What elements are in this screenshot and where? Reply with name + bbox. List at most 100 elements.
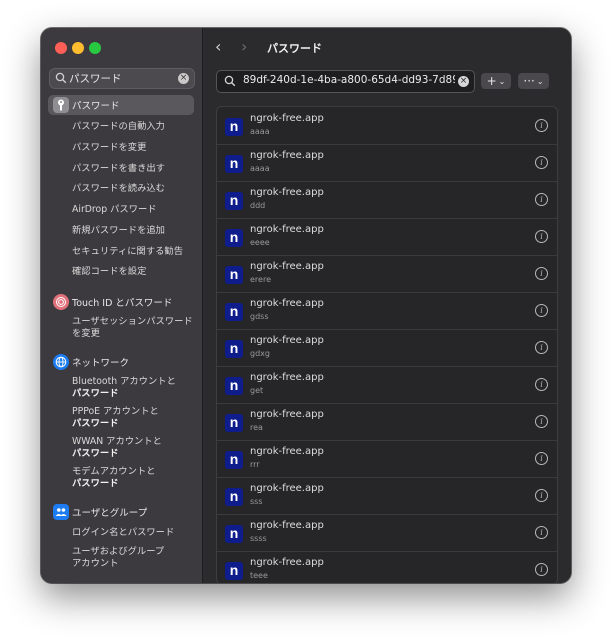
sidebar-subitem-add-new[interactable]: 新規パスワードを追加	[72, 225, 165, 237]
info-icon[interactable]: i	[535, 452, 548, 465]
ngrok-favicon-icon: n	[225, 118, 243, 136]
sidebar-subitem-user-group-accounts[interactable]: ユーザおよびグループ アカウント	[72, 546, 164, 570]
ngrok-favicon-icon: n	[225, 488, 243, 506]
back-chevron-icon[interactable]: ‹	[215, 39, 229, 55]
info-icon[interactable]: i	[535, 378, 548, 391]
sidebar-subitem-airdrop[interactable]: AirDrop パスワード	[72, 204, 157, 216]
ngrok-favicon-icon: n	[225, 562, 243, 580]
password-username: get	[250, 386, 264, 395]
password-username: ddd	[250, 201, 266, 210]
password-row[interactable]: n ngrok-free.app ssss i	[217, 514, 557, 552]
add-password-button[interactable]: + ⌄	[481, 73, 511, 89]
sidebar-subitem-pppoe[interactable]: PPPoE アカウントと パスワード	[72, 406, 159, 430]
settings-window: パスワード × パスワード パスワードの自動入力 パスワードを変更 パスワードを…	[41, 28, 571, 583]
chevron-down-icon: ⌄	[536, 77, 544, 86]
sidebar-subitem-change[interactable]: パスワードを変更	[72, 142, 146, 154]
close-window-button[interactable]	[55, 42, 67, 54]
sidebar-item-label: ユーザとグループ	[72, 508, 148, 519]
main-pane: ‹ › パスワード 89df-240d-1e-4ba-a800-65d4-dd9…	[203, 28, 571, 583]
info-icon[interactable]: i	[535, 230, 548, 243]
password-row[interactable]: n ngrok-free.app sss i	[217, 477, 557, 515]
ngrok-favicon-icon: n	[225, 377, 243, 395]
password-row[interactable]: n ngrok-free.app teee i	[217, 551, 557, 583]
password-row[interactable]: n ngrok-free.app ddd i	[217, 181, 557, 219]
ngrok-favicon-icon: n	[225, 340, 243, 358]
password-row[interactable]: n ngrok-free.app eeee i	[217, 218, 557, 256]
info-icon[interactable]: i	[535, 156, 548, 169]
info-icon[interactable]: i	[535, 304, 548, 317]
info-icon[interactable]: i	[535, 119, 548, 132]
subitem-line: パスワード	[72, 478, 119, 489]
sidebar-item-users-groups[interactable]: ユーザとグループ	[48, 502, 194, 522]
clear-search-icon[interactable]: ×	[178, 73, 189, 84]
sidebar-item-label: パスワード	[72, 101, 120, 112]
clear-search-icon[interactable]: ×	[458, 76, 469, 87]
password-row[interactable]: n ngrok-free.app rrr i	[217, 440, 557, 478]
password-site: ngrok-free.app	[250, 409, 324, 420]
sidebar-item-passwords[interactable]: パスワード	[48, 95, 194, 115]
subitem-line: モデムアカウントと	[72, 466, 156, 477]
password-site: ngrok-free.app	[250, 446, 324, 457]
password-site: ngrok-free.app	[250, 261, 324, 272]
password-site: ngrok-free.app	[250, 335, 324, 346]
ngrok-favicon-icon: n	[225, 414, 243, 432]
password-site: ngrok-free.app	[250, 224, 324, 235]
sidebar-search-field[interactable]: パスワード ×	[49, 68, 195, 89]
password-username: aaaa	[250, 127, 270, 136]
password-site: ngrok-free.app	[250, 372, 324, 383]
password-row[interactable]: n ngrok-free.app get i	[217, 366, 557, 404]
sidebar-item-label: Touch ID とパスワード	[72, 298, 173, 309]
globe-icon	[53, 354, 69, 370]
subitem-line: を変更	[72, 328, 100, 339]
fingerprint-icon	[53, 294, 69, 310]
info-icon[interactable]: i	[535, 267, 548, 280]
add-button-label: +	[486, 74, 497, 88]
subitem-line: ユーザおよびグループ	[72, 546, 165, 557]
subitem-line: PPPoE アカウントと	[72, 406, 159, 417]
ngrok-favicon-icon: n	[225, 155, 243, 173]
info-icon[interactable]: i	[535, 489, 548, 502]
password-username: erere	[250, 275, 271, 284]
sidebar-subitem-import[interactable]: パスワードを読み込む	[72, 183, 165, 195]
password-search-field[interactable]: 89df-240d-1e-4ba-a800-65d4-dd93-7d89-7e …	[216, 70, 475, 93]
forward-chevron-icon[interactable]: ›	[241, 39, 255, 55]
info-icon[interactable]: i	[535, 526, 548, 539]
password-row[interactable]: n ngrok-free.app aaaa i	[217, 144, 557, 182]
sidebar-subitem-modem[interactable]: モデムアカウントと パスワード	[72, 466, 156, 490]
zoom-window-button[interactable]	[89, 42, 101, 54]
ngrok-favicon-icon: n	[225, 451, 243, 469]
sidebar-subitem-security[interactable]: セキュリティに関する勧告	[72, 246, 183, 258]
password-search-value: 89df-240d-1e-4ba-a800-65d4-dd93-7d89-7e	[243, 74, 455, 86]
subitem-line: アカウント	[72, 558, 119, 569]
password-row[interactable]: n ngrok-free.app rea i	[217, 403, 557, 441]
info-icon[interactable]: i	[535, 415, 548, 428]
search-icon	[224, 75, 236, 87]
password-username: rrr	[250, 460, 260, 469]
info-icon[interactable]: i	[535, 341, 548, 354]
ngrok-favicon-icon: n	[225, 266, 243, 284]
password-row[interactable]: n ngrok-free.app erere i	[217, 255, 557, 293]
info-icon[interactable]: i	[535, 193, 548, 206]
password-username: sss	[250, 497, 263, 506]
password-row[interactable]: n ngrok-free.app aaaa i	[217, 107, 557, 145]
password-row[interactable]: n ngrok-free.app gdss i	[217, 292, 557, 330]
sidebar-subitem-verification[interactable]: 確認コードを設定	[72, 266, 146, 278]
chevron-down-icon: ⌄	[498, 77, 506, 86]
sidebar-subitem-wwan[interactable]: WWAN アカウントと パスワード	[72, 436, 162, 460]
sidebar-subitem-bluetooth[interactable]: Bluetooth アカウントと パスワード	[72, 376, 176, 400]
key-icon	[53, 97, 69, 113]
sidebar-item-network[interactable]: ネットワーク	[48, 352, 194, 372]
minimize-window-button[interactable]	[72, 42, 84, 54]
subitem-line: ログイン名とパスワード	[72, 527, 175, 538]
sidebar-subitem-autofill[interactable]: パスワードの自動入力	[72, 121, 165, 133]
sidebar-item-touchid[interactable]: Touch ID とパスワード	[48, 292, 194, 312]
more-options-button[interactable]: ··· ⌄	[518, 73, 549, 89]
info-icon[interactable]: i	[535, 563, 548, 576]
sidebar: パスワード × パスワード パスワードの自動入力 パスワードを変更 パスワードを…	[41, 28, 203, 583]
sidebar-item-label: ネットワーク	[72, 358, 130, 369]
sidebar-subitem-login-password[interactable]: ログイン名とパスワード	[72, 527, 174, 539]
sidebar-subitem-user-session-password[interactable]: ユーザセッションパスワード を変更	[72, 316, 193, 340]
sidebar-subitem-export[interactable]: パスワードを書き出す	[72, 163, 165, 175]
subitem-line: Bluetooth アカウントと	[72, 376, 176, 387]
password-row[interactable]: n ngrok-free.app gdxg i	[217, 329, 557, 367]
